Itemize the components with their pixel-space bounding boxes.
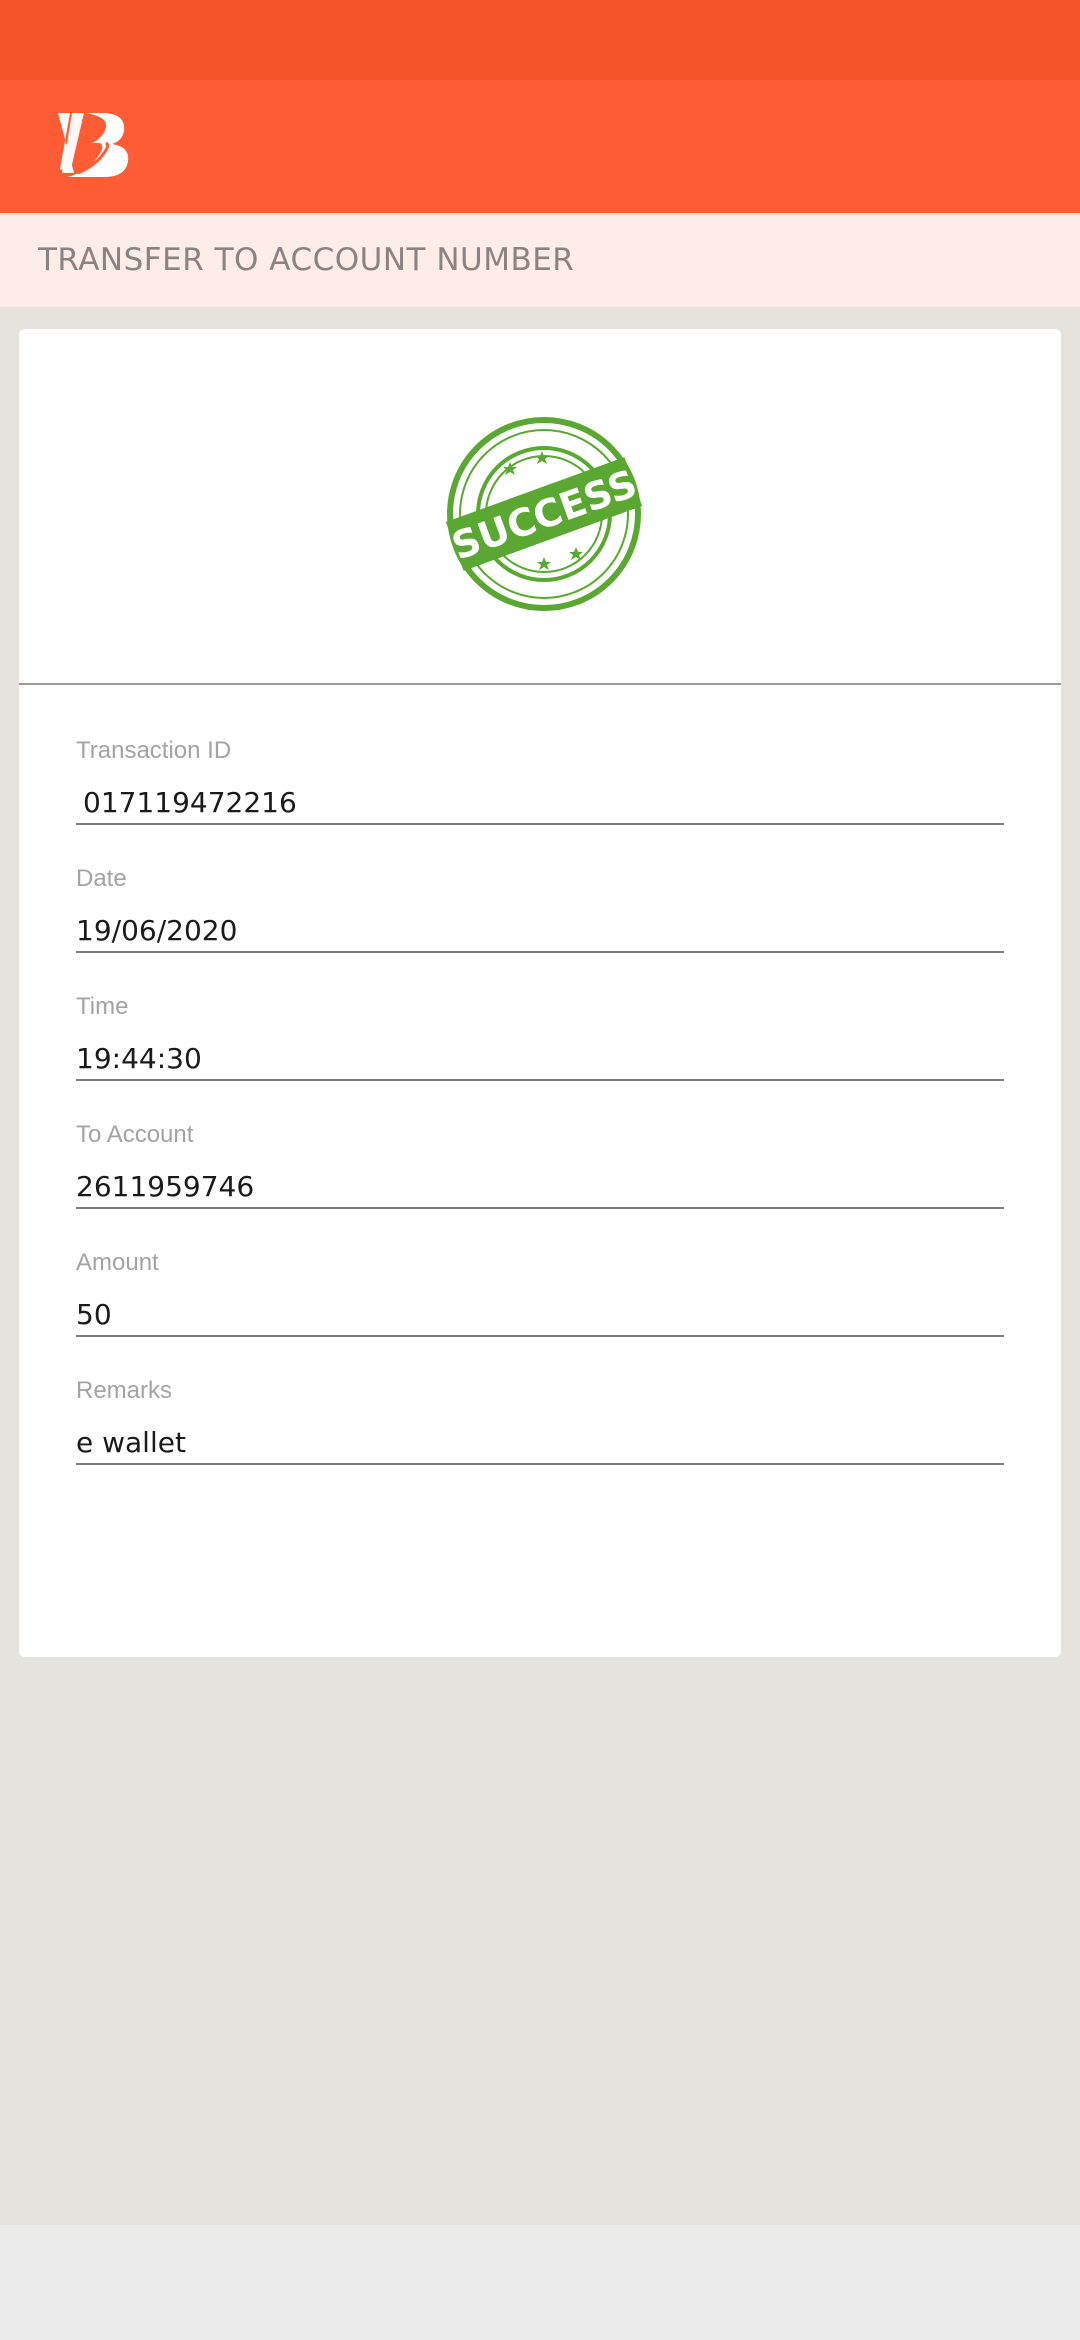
amount-field: Amount 50 bbox=[76, 1245, 1004, 1337]
status-stamp-area: SUCCESS bbox=[19, 329, 1061, 685]
date-value: 19/06/2020 bbox=[76, 909, 1004, 953]
amount-value: 50 bbox=[76, 1293, 1004, 1337]
success-stamp-icon: SUCCESS bbox=[445, 417, 643, 611]
status-bar bbox=[0, 0, 1080, 80]
to-account-field: To Account 2611959746 bbox=[76, 1117, 1004, 1209]
to-account-label: To Account bbox=[76, 1121, 194, 1148]
transaction-id-value: 017119472216 bbox=[76, 781, 1004, 825]
transaction-receipt-card: SUCCESS Transaction ID 017119472216 Date… bbox=[19, 329, 1061, 1657]
remarks-field: Remarks e wallet bbox=[76, 1373, 1004, 1465]
amount-label: Amount bbox=[76, 1249, 159, 1276]
bank-of-baroda-logo-icon bbox=[58, 113, 129, 177]
remarks-value: e wallet bbox=[76, 1421, 1004, 1465]
page-title: TRANSFER TO ACCOUNT NUMBER bbox=[38, 242, 575, 278]
remarks-label: Remarks bbox=[76, 1377, 173, 1404]
transaction-id-label: Transaction ID bbox=[76, 737, 232, 764]
transaction-id-field: Transaction ID 017119472216 bbox=[76, 733, 1004, 825]
app-header bbox=[0, 80, 1080, 213]
page-title-bar: TRANSFER TO ACCOUNT NUMBER bbox=[0, 213, 1080, 307]
time-value: 19:44:30 bbox=[76, 1037, 1004, 1081]
date-field: Date 19/06/2020 bbox=[76, 861, 1004, 953]
to-account-value: 2611959746 bbox=[76, 1165, 1004, 1209]
time-field: Time 19:44:30 bbox=[76, 989, 1004, 1081]
time-label: Time bbox=[76, 993, 129, 1020]
system-navigation-bar bbox=[0, 2225, 1080, 2340]
date-label: Date bbox=[76, 865, 127, 892]
